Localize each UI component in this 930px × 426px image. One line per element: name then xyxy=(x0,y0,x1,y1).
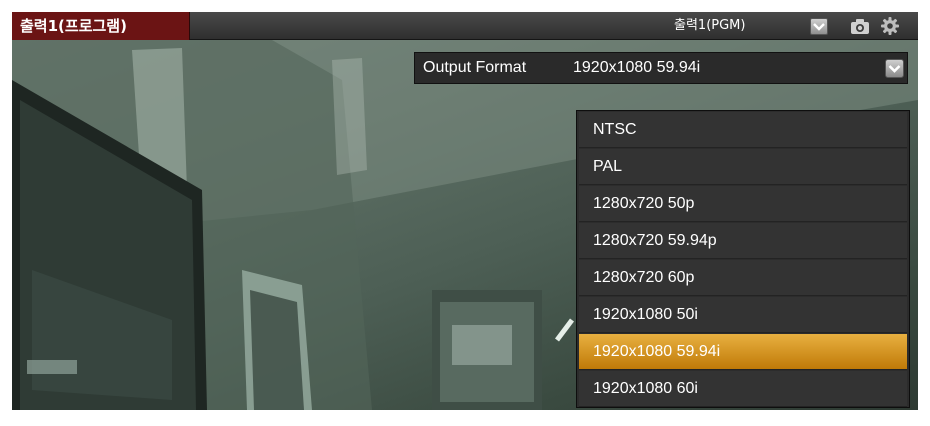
chevron-down-icon xyxy=(813,23,825,31)
output-format-label: Output Format xyxy=(423,59,527,76)
output-format-dropdown-list: NTSC PAL 1280x720 50p 1280x720 59.94p 12… xyxy=(576,110,910,408)
gear-icon[interactable] xyxy=(880,16,900,36)
chevron-down-icon xyxy=(888,65,901,73)
panel-title: 출력1(프로그램) xyxy=(12,12,190,40)
format-option-1280x720-59-94p[interactable]: 1280x720 59.94p xyxy=(579,223,907,259)
format-option-1920x1080-59-94i[interactable]: 1920x1080 59.94i xyxy=(579,334,907,370)
panel-header: 출력1(프로그램) 출력1(PGM) xyxy=(12,12,918,40)
format-option-pal[interactable]: PAL xyxy=(579,149,907,185)
source-selector-value[interactable]: 출력1(PGM) xyxy=(674,12,745,40)
output-format-bar[interactable]: Output Format 1920x1080 59.94i xyxy=(414,52,908,84)
output-format-value[interactable]: 1920x1080 59.94i xyxy=(573,53,700,83)
source-dropdown-button[interactable] xyxy=(810,18,828,35)
output-format-dropdown-button[interactable] xyxy=(885,59,904,78)
format-option-1280x720-50p[interactable]: 1280x720 50p xyxy=(579,186,907,222)
format-option-ntsc[interactable]: NTSC xyxy=(579,112,907,148)
format-option-1920x1080-60i[interactable]: 1920x1080 60i xyxy=(579,371,907,407)
format-option-1280x720-60p[interactable]: 1280x720 60p xyxy=(579,260,907,296)
format-option-1920x1080-50i[interactable]: 1920x1080 50i xyxy=(579,297,907,333)
camera-icon[interactable] xyxy=(850,18,870,35)
